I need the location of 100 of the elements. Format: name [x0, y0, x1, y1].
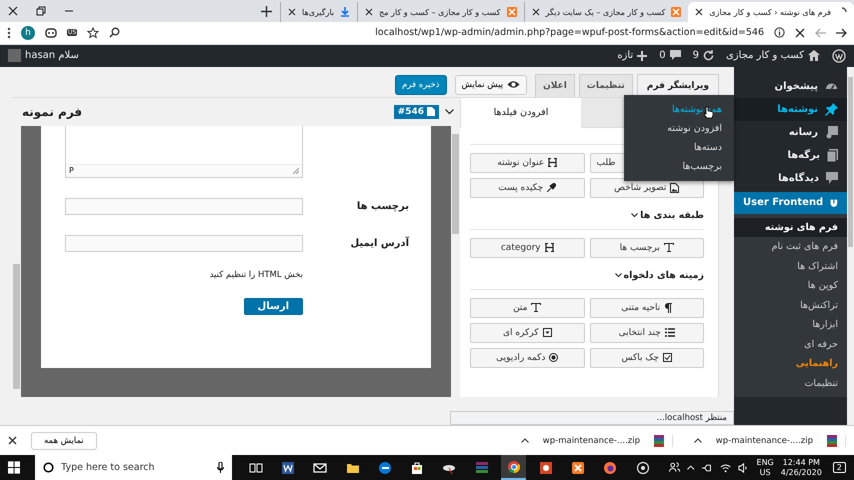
form-id-badge[interactable]: #546 [394, 104, 439, 119]
restore-window-icon[interactable] [36, 6, 46, 16]
caret-up-icon[interactable] [694, 438, 702, 444]
menu-icon[interactable] [7, 26, 11, 39]
field-button[interactable]: چند انتخابی [590, 322, 704, 343]
text-icon [531, 303, 542, 312]
page-scrollbar[interactable] [847, 66, 854, 426]
chevron-icon [631, 212, 638, 218]
flyout-menu-item[interactable]: برچسب‌ها [624, 156, 734, 176]
section-title[interactable]: طبقه بندی ها [470, 210, 704, 221]
profile-avatar[interactable]: h [21, 26, 35, 40]
form-title: فرم نمونه [22, 104, 82, 119]
close-window-icon[interactable] [8, 6, 18, 16]
browser-tab[interactable]: فرم های نوشته ‹ کسب و کار مجازی [688, 2, 854, 22]
archive-file-icon [654, 434, 664, 447]
close-tab-icon[interactable] [532, 8, 540, 16]
flyout-menu-item[interactable]: دسته‌ها [624, 138, 734, 157]
menu-item[interactable]: برگه‌ها [734, 144, 847, 167]
editor-tab[interactable]: تنظیمات [578, 74, 633, 97]
field-button[interactable]: دکمه رادیویی [470, 348, 584, 368]
taskbar-search-field[interactable]: Type here to search [35, 455, 232, 480]
field-button[interactable]: عنوان نوشته [470, 152, 584, 173]
close-tab-icon[interactable] [288, 8, 296, 16]
windows-start-icon[interactable] [8, 461, 20, 474]
notifications-button[interactable]: 2 [832, 462, 846, 473]
submenu-item[interactable]: تراکنش‌ها [734, 296, 847, 316]
field-button[interactable]: چک باکس [590, 348, 704, 368]
avatar [8, 49, 21, 62]
section-title[interactable]: زمینه های دلخواه [470, 270, 704, 281]
site-favicon-icon [671, 7, 682, 17]
submenu-item[interactable]: تنظیمات [734, 374, 847, 394]
account-greeting[interactable]: سلام hasan [8, 49, 79, 62]
field-button[interactable]: برچسب ها [590, 238, 704, 258]
preview-button[interactable]: پیش نمایش [454, 74, 528, 95]
field-button[interactable]: چکیده پست [470, 178, 584, 198]
info-icon[interactable] [774, 27, 785, 38]
submenu-item[interactable]: راهنمایی [734, 354, 847, 374]
stop-icon[interactable] [795, 28, 805, 38]
menu-item[interactable]: User Frontend [734, 192, 847, 214]
text-input[interactable] [65, 234, 303, 252]
editor-tab[interactable]: اعلان [535, 74, 575, 97]
comments-link[interactable]: 0 [659, 50, 681, 62]
submenu-item[interactable]: حرفه ای [734, 334, 847, 354]
close-tab-icon[interactable] [365, 8, 374, 16]
new-content-link[interactable]: تازه [617, 50, 648, 62]
server-app-icon [571, 460, 586, 474]
taskbar-app[interactable] [501, 455, 526, 480]
refresh-icon [702, 50, 714, 62]
wifi-icon[interactable] [720, 462, 732, 472]
menu-item[interactable]: دیدگاه‌ها [734, 166, 847, 190]
close-tab-icon[interactable] [695, 8, 704, 16]
media-icon [825, 126, 838, 139]
submenu-item[interactable]: ابزارها [734, 315, 847, 335]
pin-icon [825, 102, 838, 116]
show-all-button[interactable]: نمایش همه [31, 432, 97, 450]
site-link[interactable]: کسب و کار مجازی [726, 50, 820, 62]
field-button[interactable]: کرکره ای [470, 322, 584, 343]
radio-icon [549, 353, 558, 362]
editor-tab[interactable]: ویرایشگر فرم [636, 74, 719, 97]
star-icon[interactable] [87, 26, 100, 39]
close-icon[interactable] [8, 436, 17, 446]
archive-books-icon [474, 460, 489, 474]
home-icon [808, 50, 820, 62]
envelope-icon [313, 460, 328, 474]
field-button[interactable]: ناحیه متنی [590, 298, 704, 318]
editor-path: P [69, 166, 74, 176]
dropdown-icon [542, 328, 552, 338]
download-item[interactable]: wp-maintenance-....zip [687, 434, 846, 447]
html-note: بخش HTML را تنظیم کنید [208, 270, 303, 280]
people-icon[interactable] [669, 462, 680, 473]
text-input[interactable] [65, 198, 303, 215]
resize-grip-icon[interactable] [293, 168, 299, 174]
microphone-icon[interactable] [217, 462, 224, 473]
download-item[interactable]: wp-maintenance-....zip [514, 434, 673, 447]
field-button[interactable]: category [470, 238, 584, 258]
submenu-item[interactable]: فرم های ثبت نام [734, 237, 847, 257]
url-field[interactable]: localhost/wp1/wp-admin/admin.php?page=wpuf-post-forms&action=edit&id=546 [130, 27, 764, 38]
back-arrow-icon[interactable] [836, 28, 847, 38]
comment-icon [826, 172, 838, 184]
chevron-icon[interactable] [445, 108, 454, 115]
flyout-menu-item[interactable]: افزودن نوشته [624, 118, 734, 138]
submenu-item[interactable]: اشتراک ها [734, 256, 847, 276]
save-form-button[interactable]: ذخیره فرم [395, 74, 446, 95]
input-language[interactable]: ENG US [756, 458, 774, 478]
updates-link[interactable]: 9 [692, 50, 714, 62]
menu-item[interactable]: پیشخوان [734, 74, 847, 98]
wordpress-logo-icon[interactable] [832, 48, 846, 63]
new-tab-icon[interactable] [261, 6, 272, 17]
submenu-item[interactable]: کوپن ها [734, 276, 847, 296]
field-button[interactable]: متن [470, 298, 584, 318]
chevron-icon [614, 272, 622, 278]
clock[interactable]: 12:44 PM 4/26/2020 [780, 458, 822, 478]
document-app-icon [281, 460, 296, 474]
textarea-field[interactable]: P [65, 126, 303, 178]
zoom-icon[interactable] [109, 27, 120, 38]
menu-item[interactable]: رسانه [734, 120, 847, 144]
submit-button[interactable]: ارسال [244, 298, 303, 315]
caret-up-icon[interactable] [520, 438, 529, 444]
submenu-item[interactable]: فرم های نوشته [734, 218, 847, 238]
text-icon [664, 243, 674, 252]
